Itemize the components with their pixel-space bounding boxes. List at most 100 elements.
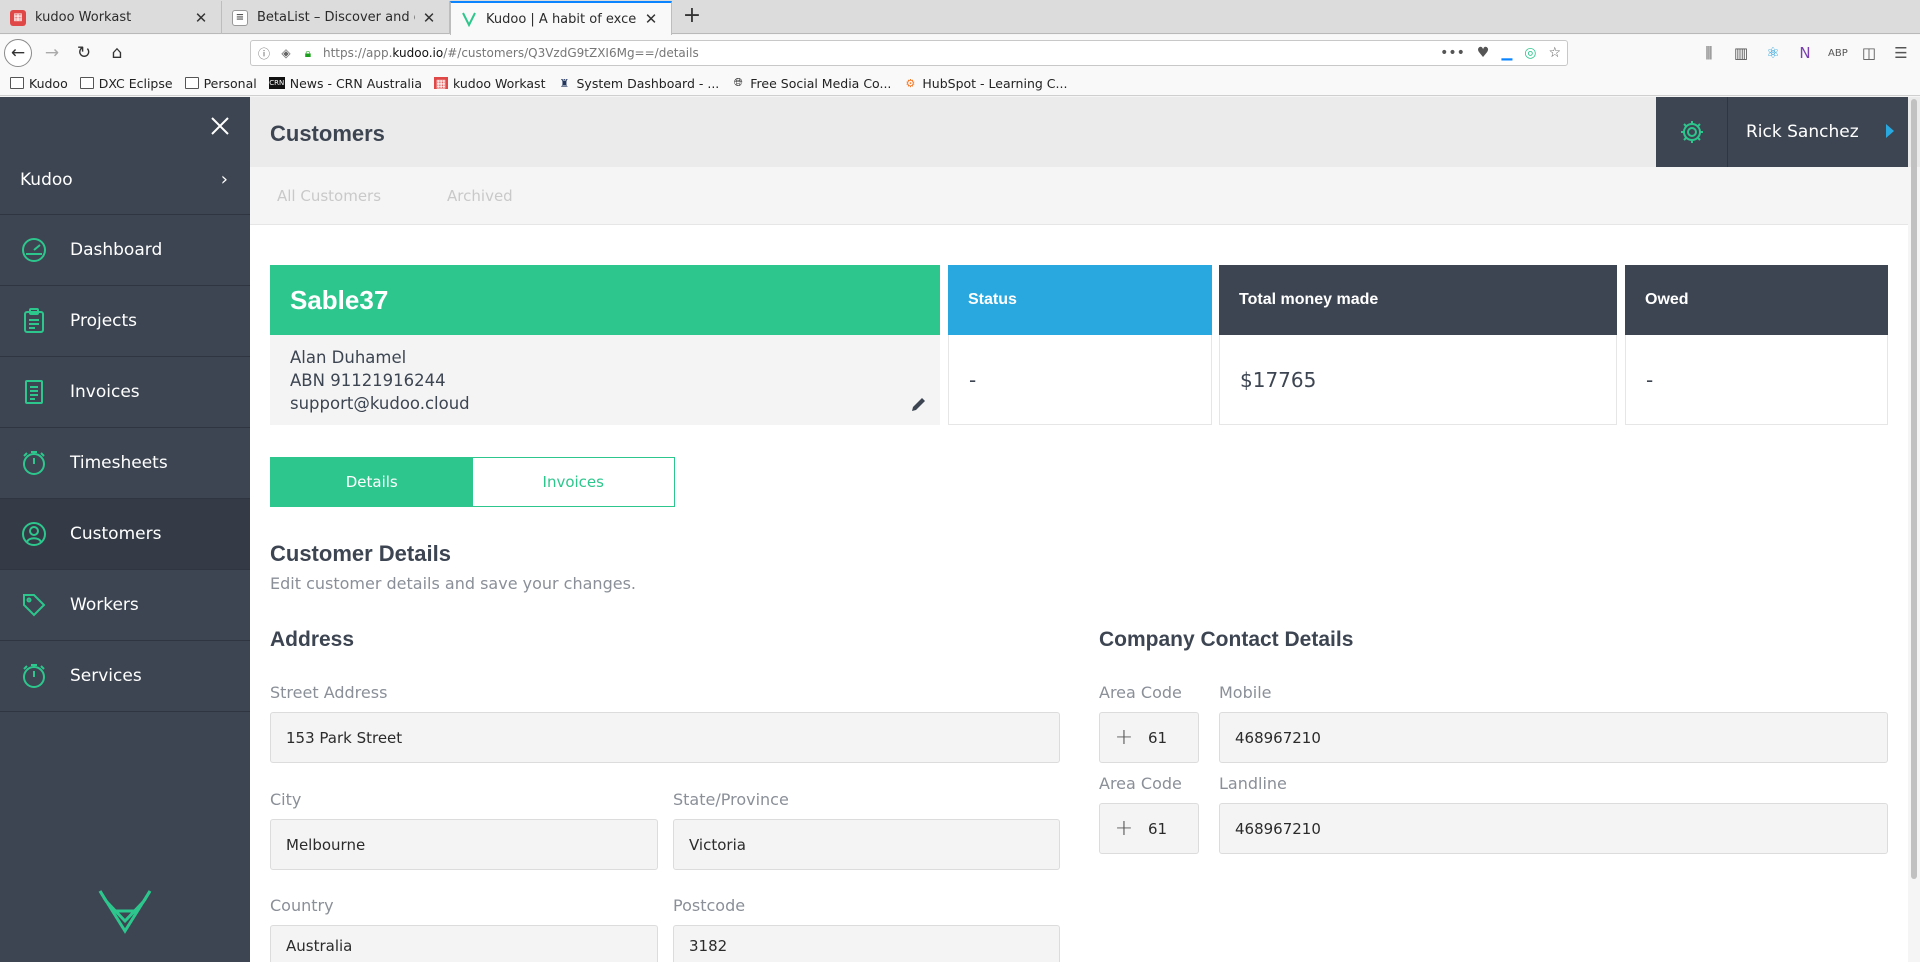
caret-right-icon bbox=[1886, 124, 1894, 138]
customer-info: Alan Duhamel ABN 91121916244 support@kud… bbox=[270, 335, 940, 425]
bookmark-crn-news[interactable]: CRN News - CRN Australia bbox=[268, 76, 422, 91]
bookmark-star-icon[interactable]: ☆ bbox=[1548, 45, 1561, 61]
pocket-icon[interactable]: ♥ bbox=[1477, 45, 1490, 61]
clipboard-icon bbox=[20, 307, 48, 335]
customer-abn: ABN 91121916244 bbox=[290, 370, 446, 390]
details-invoices-toggle: Details Invoices bbox=[270, 457, 675, 507]
sidebar-item-label: Timesheets bbox=[70, 453, 168, 473]
status-label: Status bbox=[948, 265, 1212, 335]
sidebar-item-label: Projects bbox=[70, 311, 138, 331]
owed-label: Owed bbox=[1625, 265, 1888, 335]
shield-icon[interactable]: ◈ bbox=[277, 46, 295, 60]
adblock-icon[interactable]: ABP bbox=[1828, 48, 1848, 59]
org-switcher[interactable]: Kudoo › bbox=[0, 145, 250, 215]
new-tab-icon[interactable]: + bbox=[680, 4, 704, 28]
forward-arrow-icon[interactable]: → bbox=[38, 39, 66, 67]
state-label: State/Province bbox=[673, 790, 789, 809]
extension-misc-icon[interactable]: ◫ bbox=[1860, 44, 1878, 62]
tab-title: kudoo Workast bbox=[35, 10, 132, 25]
onenote-icon[interactable]: N bbox=[1796, 44, 1814, 62]
sidebar-item-label: Dashboard bbox=[70, 240, 163, 260]
postcode-input[interactable]: 3182 bbox=[673, 925, 1060, 962]
user-menu[interactable]: Rick Sanchez bbox=[1656, 97, 1908, 167]
close-tab-icon[interactable]: ✕ bbox=[643, 10, 659, 28]
close-tab-icon[interactable]: ✕ bbox=[193, 9, 209, 27]
jira-icon: ♜ bbox=[559, 76, 570, 90]
customer-email: support@kudoo.cloud bbox=[290, 393, 470, 413]
tab-title: Kudoo | A habit of excellence bbox=[486, 11, 637, 27]
bookmark-dxc-eclipse[interactable]: DXC Eclipse bbox=[79, 76, 173, 91]
browser-tab-kudoo[interactable]: Kudoo | A habit of excellence ✕ bbox=[450, 1, 672, 35]
close-tab-icon[interactable]: ✕ bbox=[421, 9, 437, 27]
state-input[interactable]: Victoria bbox=[673, 819, 1060, 870]
lock-icon[interactable]: 🔒︎ bbox=[299, 46, 317, 61]
bookmark-kudoo-workast[interactable]: ▦ kudoo Workast bbox=[433, 76, 545, 91]
customer-card: Sable37 Alan Duhamel ABN 91121916244 sup… bbox=[270, 265, 940, 425]
customer-content: Sable37 Alan Duhamel ABN 91121916244 sup… bbox=[250, 225, 1908, 962]
sidebar-item-projects[interactable]: Projects bbox=[0, 286, 250, 357]
library-icon[interactable]: ⫼ bbox=[1700, 44, 1718, 62]
extension-icon[interactable]: ▁ bbox=[1501, 45, 1512, 61]
scrollbar[interactable] bbox=[1911, 99, 1917, 879]
folder-icon bbox=[184, 77, 199, 89]
country-input[interactable]: Australia bbox=[270, 925, 658, 962]
sidebar-item-workers[interactable]: Workers bbox=[0, 570, 250, 641]
sidebar-toggle-icon[interactable]: ▥ bbox=[1732, 44, 1750, 62]
bookmark-hubspot[interactable]: ⚙ HubSpot - Learning C... bbox=[903, 76, 1067, 91]
page-title: Customers bbox=[270, 121, 385, 146]
react-devtools-icon[interactable]: ⚛ bbox=[1764, 44, 1782, 62]
home-icon[interactable]: ⌂ bbox=[103, 39, 131, 67]
address-bar[interactable]: ⓘ ◈ 🔒︎ https://app.kudoo.io/#/customers/… bbox=[250, 40, 1568, 66]
kudoo-logo-icon bbox=[96, 887, 154, 937]
hubspot-icon: ⚙ bbox=[905, 76, 916, 90]
mobile-input[interactable]: 468967210 bbox=[1219, 712, 1888, 763]
bookmark-kudoo[interactable]: Kudoo bbox=[10, 76, 68, 91]
status-card: Status - bbox=[948, 265, 1212, 425]
landline-input[interactable]: 468967210 bbox=[1219, 803, 1888, 854]
bookmark-personal[interactable]: Personal bbox=[184, 76, 257, 91]
sidebar-item-timesheets[interactable]: Timesheets bbox=[0, 428, 250, 499]
plus-icon: + bbox=[1114, 816, 1134, 841]
main-panel: Customers Rick Sanchez All Customers Arc… bbox=[250, 97, 1920, 962]
details-subtitle: Edit customer details and save your chan… bbox=[270, 574, 636, 593]
details-button[interactable]: Details bbox=[271, 458, 473, 506]
info-icon[interactable]: ⓘ bbox=[255, 45, 273, 62]
browser-tab-workast[interactable]: ▦ kudoo Workast ✕ bbox=[0, 1, 222, 34]
close-icon[interactable] bbox=[206, 115, 234, 143]
pencil-icon[interactable] bbox=[910, 395, 928, 413]
sidebar-item-invoices[interactable]: Invoices bbox=[0, 357, 250, 428]
street-input[interactable]: 153 Park Street bbox=[270, 712, 1060, 763]
city-input[interactable]: Melbourne bbox=[270, 819, 658, 870]
money-value: $17765 bbox=[1219, 335, 1617, 425]
sidebar-item-dashboard[interactable]: Dashboard bbox=[0, 215, 250, 286]
money-card: Total money made $17765 bbox=[1219, 265, 1617, 425]
reload-icon[interactable]: ↻ bbox=[70, 39, 98, 67]
plus-icon: + bbox=[1114, 725, 1134, 750]
contact-title: Company Contact Details bbox=[1099, 628, 1354, 651]
sidebar-item-customers[interactable]: Customers bbox=[0, 499, 250, 570]
invoices-button[interactable]: Invoices bbox=[472, 458, 674, 506]
customer-contact: Alan Duhamel bbox=[290, 347, 407, 367]
landline-area-code-input[interactable]: + 61 bbox=[1099, 803, 1199, 854]
postcode-label: Postcode bbox=[673, 896, 746, 915]
landline-label: Landline bbox=[1219, 774, 1287, 793]
bookmark-free-social-media[interactable]: 🌐︎ Free Social Media Co... bbox=[731, 76, 892, 91]
bookmarks-bar: Kudoo DXC Eclipse Personal CRN News - CRN… bbox=[0, 71, 1920, 96]
back-arrow-icon[interactable]: ← bbox=[4, 39, 32, 67]
page-actions-icon[interactable]: ••• bbox=[1440, 45, 1465, 61]
browser-tab-betalist[interactable]: ≡ BetaList – Discover and get early ✕ bbox=[222, 1, 450, 34]
sidebar-item-services[interactable]: Services bbox=[0, 641, 250, 712]
gear-icon[interactable] bbox=[1656, 97, 1728, 167]
bookmark-system-dashboard[interactable]: ♜ System Dashboard - ... bbox=[557, 76, 720, 91]
sidebar-item-label: Invoices bbox=[70, 382, 140, 402]
tab-all-customers[interactable]: All Customers bbox=[277, 187, 381, 205]
browser-tab-strip: ▦ kudoo Workast ✕ ≡ BetaList – Discover … bbox=[0, 0, 1920, 35]
menu-icon[interactable]: ☰ bbox=[1892, 44, 1910, 62]
street-label: Street Address bbox=[270, 683, 388, 702]
extension-refresh-icon[interactable]: ◎ bbox=[1524, 45, 1536, 61]
landline-area-label: Area Code bbox=[1099, 774, 1182, 793]
tab-archived[interactable]: Archived bbox=[447, 187, 513, 205]
page-favicon-icon: ≡ bbox=[232, 9, 248, 26]
mobile-area-code-input[interactable]: + 61 bbox=[1099, 712, 1199, 763]
owed-value: - bbox=[1625, 335, 1888, 425]
